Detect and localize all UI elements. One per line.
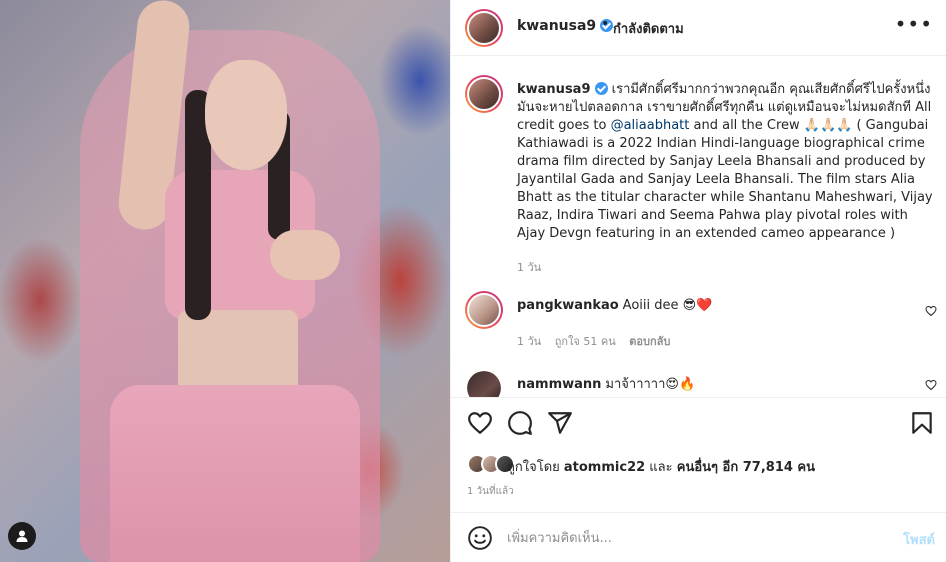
commenter-avatar[interactable] [465, 291, 503, 329]
comment-timestamp[interactable]: 1 วัน [517, 335, 541, 348]
commenter-username[interactable]: pangkwankao [517, 298, 619, 313]
comment-text: pangkwankao Aoiii dee 😎❤️ [517, 298, 712, 313]
post-header: kwanusa9 • กำลังติดตาม ••• [451, 0, 946, 56]
others-likes-link[interactable]: คนอื่นๆ อีก 77,814 คน [677, 460, 815, 475]
verified-badge-icon [594, 82, 608, 95]
photo-hand [270, 230, 340, 280]
comment-meta: 1 วัน ถูกใจ 51 คน ตอบกลับ [517, 332, 680, 350]
photo-skirt [110, 385, 360, 562]
tagged-users-button[interactable] [8, 522, 36, 550]
caption-username[interactable]: kwanusa9 [517, 82, 608, 97]
likes-summary: ถูกใจโดย atommic22 และ คนอื่นๆ อีก 77,81… [507, 456, 815, 477]
emoji-smiley-icon[interactable] [467, 525, 493, 551]
caption-avatar[interactable] [465, 75, 503, 113]
comment-like-count[interactable]: ถูกใจ 51 คน [555, 335, 616, 348]
photo-face [205, 60, 287, 170]
comment-bubble-icon[interactable] [507, 410, 533, 436]
likes-prefix: ถูกใจโดย [507, 460, 564, 475]
author-username[interactable]: kwanusa9 [517, 18, 614, 34]
commenter-username[interactable]: nammwann [517, 377, 601, 392]
author-avatar[interactable] [465, 9, 503, 47]
caption-timestamp[interactable]: 1 วัน [517, 258, 541, 276]
comment-body: มาจ้าาาาา😍🔥 [605, 377, 696, 392]
reply-button[interactable]: ตอบกลับ [629, 335, 670, 348]
post-photo[interactable] [0, 0, 450, 562]
comment-text: nammwann มาจ้าาาาา😍🔥 [517, 373, 695, 394]
post-details-panel: kwanusa9 • กำลังติดตาม ••• kwanusa9 เราม… [450, 0, 946, 562]
following-button[interactable]: กำลังติดตาม [613, 18, 684, 39]
user-icon [16, 530, 28, 542]
post-comment-button[interactable]: โพสต์ [903, 529, 935, 550]
comment-input[interactable] [507, 527, 877, 549]
share-paper-plane-icon[interactable] [547, 410, 573, 436]
likes-conjunction: และ [645, 460, 677, 475]
comment-like-heart-icon[interactable] [925, 379, 937, 391]
comment-like-heart-icon[interactable] [925, 305, 937, 317]
comment-body: Aoiii dee 😎❤️ [622, 298, 713, 313]
comments-section[interactable]: kwanusa9 เรามีศักดิ์ศรีมากกว่าพวกคุณอีก … [451, 57, 946, 397]
like-heart-icon[interactable] [467, 410, 493, 436]
caption-text: kwanusa9 เรามีศักดิ์ศรีมากกว่าพวกคุณอีก … [517, 81, 937, 243]
add-comment-bar: โพสต์ [451, 512, 946, 562]
liker-username-link[interactable]: atommic22 [564, 460, 645, 475]
caption-mention-link[interactable]: @aliaabhatt [611, 118, 690, 133]
caption-text-part2: and all the Crew 🙏🏻🙏🏻🙏🏻 ( Gangubai Kathi… [517, 118, 933, 241]
more-options-icon[interactable]: ••• [895, 12, 933, 36]
commenter-avatar[interactable] [467, 371, 501, 397]
separator-dot: • [601, 16, 610, 32]
post-timestamp[interactable]: 1 วันที่แล้ว [467, 484, 514, 499]
save-bookmark-icon[interactable] [909, 410, 935, 436]
post-actions: ถูกใจโดย atommic22 และ คนอื่นๆ อีก 77,81… [451, 397, 946, 517]
